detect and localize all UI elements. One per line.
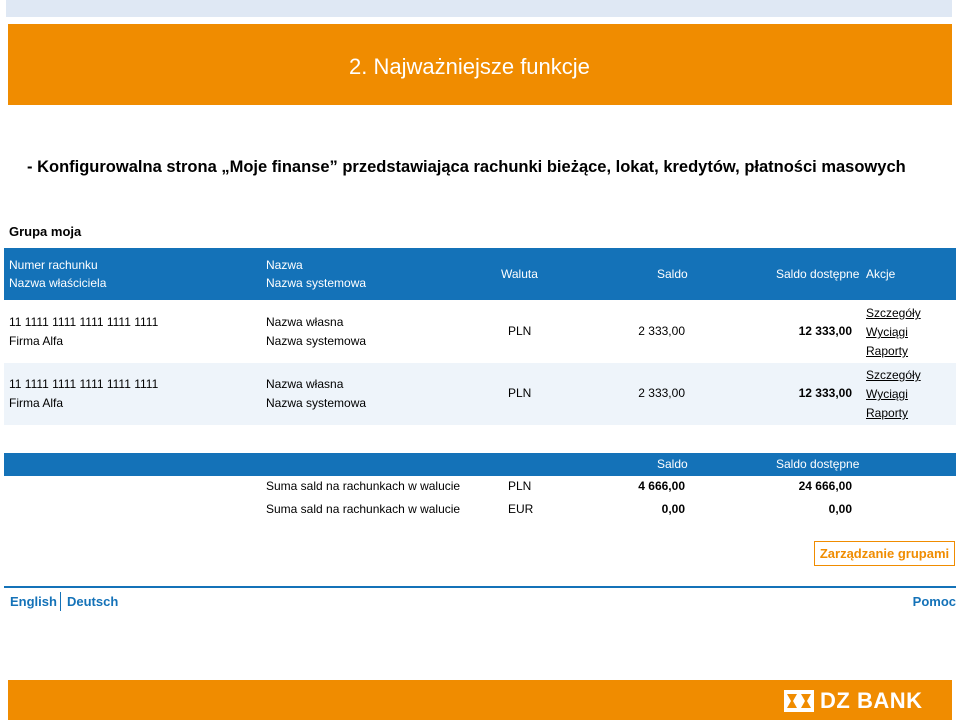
summary-label: Suma sald na rachunkach w walucie [266, 479, 461, 493]
summary-available-balance: 24 666,00 [798, 479, 852, 493]
summary-row: Suma sald na rachunkach w walucie EUR 0,… [4, 502, 956, 524]
footer-divider [4, 586, 956, 588]
language-english-link[interactable]: English [10, 594, 57, 609]
header-system-name: Nazwa systemowa [266, 276, 367, 290]
balance: 2 333,00 [638, 324, 685, 338]
own-name: Nazwa własna [266, 315, 344, 329]
action-reports-link[interactable]: Raporty [866, 342, 908, 361]
slide-title: 2. Najważniejsze funkcje [349, 54, 590, 79]
table-row: 11 1111 1111 1111 1111 1111 Firma Alfa N… [4, 301, 956, 363]
system-name: Nazwa systemowa [266, 396, 367, 410]
header-currency: Waluta [501, 267, 538, 281]
action-reports-link[interactable]: Raporty [866, 404, 908, 423]
group-title: Grupa moja [9, 224, 82, 239]
accounts-table-header: Numer rachunku Nazwa właściciela Nazwa N… [4, 248, 956, 300]
header-actions: Akcje [866, 267, 896, 281]
summary-balance: 0,00 [661, 502, 685, 516]
summary-header-available-balance: Saldo dostępne [776, 457, 860, 471]
language-deutsch-link[interactable]: Deutsch [67, 594, 118, 609]
summary-balance: 4 666,00 [638, 479, 685, 493]
top-strip [0, 0, 960, 18]
header-owner-name: Nazwa właściciela [9, 276, 107, 290]
currency: PLN [508, 386, 532, 400]
language-separator [60, 592, 61, 611]
summary-currency: EUR [508, 502, 534, 516]
header-balance: Saldo [657, 267, 688, 281]
summary-available-balance: 0,00 [828, 502, 852, 516]
balance: 2 333,00 [638, 386, 685, 400]
action-statements-link[interactable]: Wyciągi [866, 323, 908, 342]
top-strip-bar [6, 0, 952, 17]
header-available-balance: Saldo dostępne [776, 267, 860, 281]
slide-subtitle: - Konfigurowalna strona „Moje finanse” p… [27, 158, 906, 176]
summary-header-balance: Saldo [657, 457, 688, 471]
summary-table-header: Saldo Saldo dostępne [4, 453, 956, 476]
header-account-number: Numer rachunku [9, 258, 98, 272]
available-balance: 12 333,00 [798, 324, 852, 338]
action-statements-link[interactable]: Wyciągi [866, 385, 908, 404]
table-row: 11 1111 1111 1111 1111 1111 Firma Alfa N… [4, 363, 956, 425]
help-link[interactable]: Pomoc [913, 594, 956, 609]
summary-row: Suma sald na rachunkach w walucie PLN 4 … [4, 479, 956, 501]
summary-currency: PLN [508, 479, 532, 493]
own-name: Nazwa własna [266, 377, 344, 391]
available-balance: 12 333,00 [798, 386, 852, 400]
owner-name: Firma Alfa [9, 334, 64, 348]
manage-groups-button[interactable]: Zarządzanie grupami [814, 541, 955, 566]
owner-name: Firma Alfa [9, 396, 64, 410]
header-name: Nazwa [266, 258, 303, 272]
currency: PLN [508, 324, 532, 338]
summary-label: Suma sald na rachunkach w walucie [266, 502, 461, 516]
dz-bank-logo-icon [784, 690, 814, 712]
action-details-link[interactable]: Szczegóły [866, 366, 921, 385]
system-name: Nazwa systemowa [266, 334, 367, 348]
action-details-link[interactable]: Szczegóły [866, 304, 921, 323]
account-number: 11 1111 1111 1111 1111 1111 [9, 315, 159, 329]
brand-logo: DZ BANK [784, 688, 923, 713]
account-number: 11 1111 1111 1111 1111 1111 [9, 377, 159, 391]
brand-name: DZ BANK [820, 688, 923, 713]
